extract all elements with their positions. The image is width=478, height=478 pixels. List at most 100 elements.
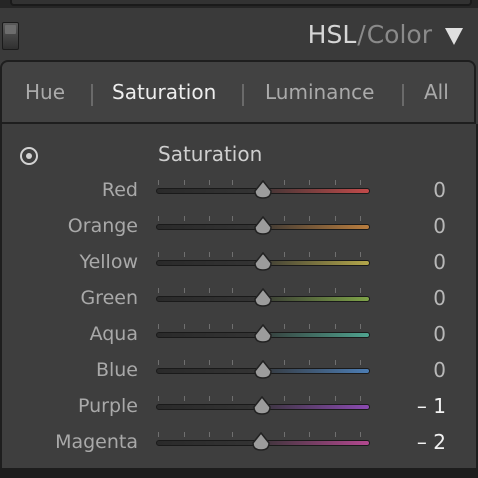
slider-tick: [309, 432, 310, 437]
slider-thumb-blue[interactable]: [253, 360, 273, 380]
slider-tick: [209, 360, 210, 365]
tab-hue[interactable]: Hue: [25, 77, 65, 107]
slider-tick: [209, 252, 210, 257]
slider-tick: [232, 252, 233, 257]
tab-divider: [402, 84, 404, 106]
slider-value-green[interactable]: 0: [433, 286, 446, 310]
slider-thumb-purple[interactable]: [252, 396, 272, 416]
slider-row-orange: Orange 0: [0, 208, 478, 244]
slider-tick: [209, 432, 210, 437]
slider-tick: [158, 432, 159, 437]
slider-value-orange[interactable]: 0: [433, 214, 446, 238]
target-adjustment-icon[interactable]: [20, 147, 38, 165]
slider-tick: [360, 432, 361, 437]
slider-tick: [184, 252, 185, 257]
slider-tick: [284, 396, 285, 401]
slider-tick: [184, 432, 185, 437]
slider-tick: [360, 180, 361, 185]
slider-tick: [184, 360, 185, 365]
slider-tick: [284, 432, 285, 437]
slider-tick: [184, 180, 185, 185]
slider-row-green: Green 0: [0, 280, 478, 316]
slider-tick: [158, 180, 159, 185]
hsl-color-panel: HSL/Color Hue Saturation Luminance All S…: [0, 0, 478, 478]
slider-tick: [209, 180, 210, 185]
tab-bar: Hue Saturation Luminance All: [0, 60, 476, 124]
slider-label-magenta: Magenta: [55, 431, 138, 453]
slider-tick: [335, 324, 336, 329]
slider-tick: [184, 288, 185, 293]
slider-thumb-magenta[interactable]: [251, 432, 271, 452]
slider-label-purple: Purple: [77, 395, 138, 417]
slider-tick: [284, 252, 285, 257]
previous-panel-frame: [10, 0, 472, 6]
section-title: Saturation: [158, 142, 263, 166]
slider-tick: [335, 396, 336, 401]
title-color[interactable]: Color: [367, 20, 432, 49]
slider-tick: [335, 180, 336, 185]
tab-divider: [91, 84, 93, 106]
slider-tick: [335, 288, 336, 293]
tab-saturation[interactable]: Saturation: [112, 77, 216, 107]
slider-tick: [158, 360, 159, 365]
slider-thumb-orange[interactable]: [253, 216, 273, 236]
slider-tick: [309, 396, 310, 401]
panel-bottom-edge: [0, 468, 478, 478]
slider-thumb-green[interactable]: [253, 288, 273, 308]
tab-luminance[interactable]: Luminance: [265, 77, 374, 107]
slider-tick: [360, 252, 361, 257]
slider-row-aqua: Aqua 0: [0, 316, 478, 352]
slider-tick: [284, 180, 285, 185]
slider-tick: [284, 216, 285, 221]
slider-tick: [158, 396, 159, 401]
slider-tick: [209, 288, 210, 293]
slider-tick: [335, 360, 336, 365]
tab-divider: [242, 84, 244, 106]
slider-tick: [232, 180, 233, 185]
slider-tick: [232, 288, 233, 293]
tab-all[interactable]: All: [424, 77, 449, 107]
slider-tick: [309, 252, 310, 257]
slider-tick: [158, 216, 159, 221]
slider-tick: [309, 288, 310, 293]
slider-thumb-red[interactable]: [253, 180, 273, 200]
slider-tick: [309, 324, 310, 329]
slider-tick: [309, 360, 310, 365]
slider-tick: [309, 216, 310, 221]
slider-value-red[interactable]: 0: [433, 178, 446, 202]
slider-tick: [335, 432, 336, 437]
panel-switch-icon[interactable]: [2, 22, 19, 50]
slider-tick: [309, 180, 310, 185]
panel-title[interactable]: HSL/Color: [308, 19, 432, 51]
slider-value-blue[interactable]: 0: [433, 358, 446, 382]
slider-value-yellow[interactable]: 0: [433, 250, 446, 274]
slider-row-blue: Blue 0: [0, 352, 478, 388]
slider-thumb-aqua[interactable]: [253, 324, 273, 344]
panel-header[interactable]: HSL/Color: [0, 8, 478, 60]
slider-value-magenta[interactable]: – 2: [417, 430, 446, 454]
slider-tick: [158, 252, 159, 257]
slider-label-green: Green: [80, 287, 138, 309]
slider-tick: [184, 396, 185, 401]
slider-row-red: Red 0: [0, 172, 478, 208]
slider-value-purple[interactable]: – 1: [417, 394, 446, 418]
slider-row-yellow: Yellow 0: [0, 244, 478, 280]
slider-tick: [232, 216, 233, 221]
slider-tick: [360, 288, 361, 293]
slider-tick: [158, 324, 159, 329]
title-separator: /: [357, 20, 366, 49]
title-hsl[interactable]: HSL: [308, 20, 357, 49]
slider-tick: [184, 216, 185, 221]
slider-tick: [232, 396, 233, 401]
slider-tick: [360, 360, 361, 365]
slider-tick: [284, 288, 285, 293]
slider-tick: [184, 324, 185, 329]
slider-row-magenta: Magenta – 2: [0, 424, 478, 460]
previous-panel-edge: [0, 0, 478, 8]
slider-label-red: Red: [101, 179, 138, 201]
slider-value-aqua[interactable]: 0: [433, 322, 446, 346]
slider-tick: [335, 252, 336, 257]
slider-thumb-yellow[interactable]: [253, 252, 273, 272]
slider-label-blue: Blue: [95, 359, 138, 381]
triangle-down-icon[interactable]: [445, 28, 463, 45]
